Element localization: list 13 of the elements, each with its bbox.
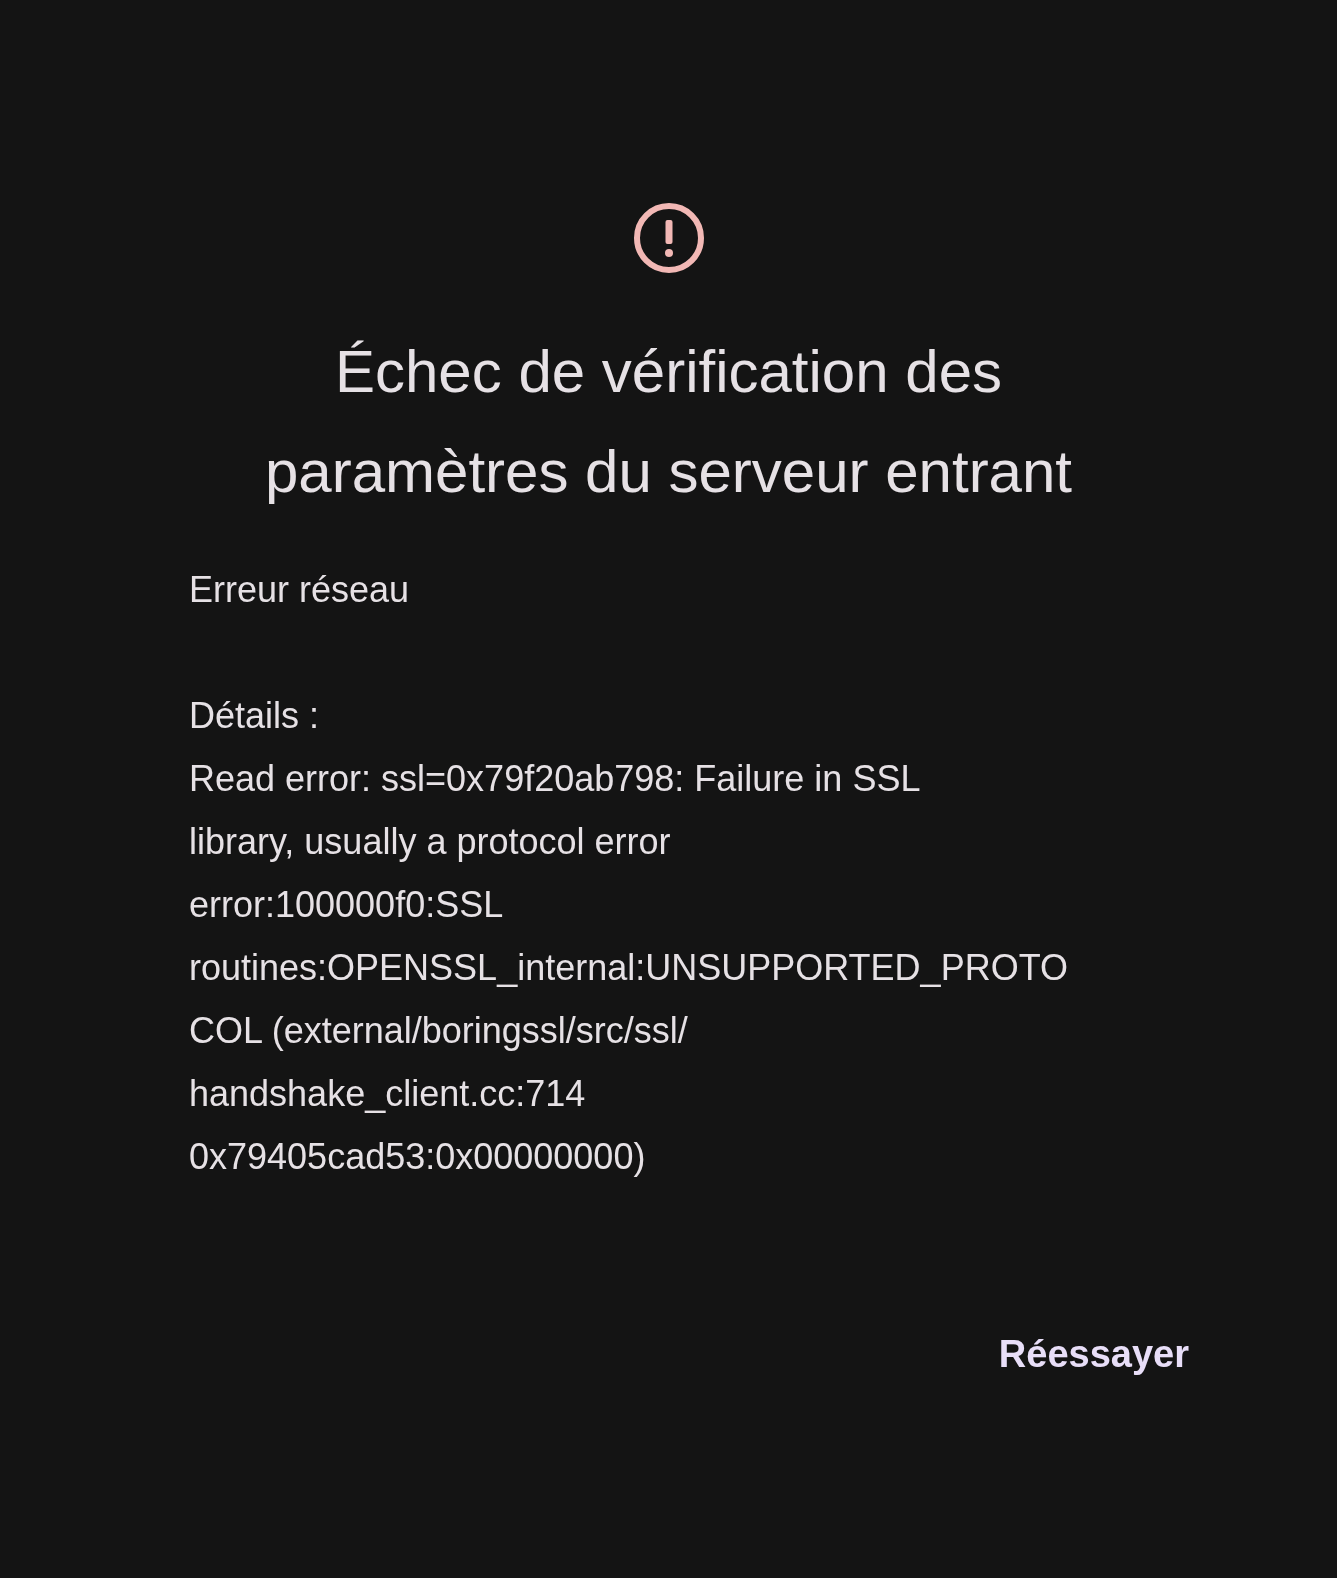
details-text: routines:OPENSSL_internal:UNSUPPORTED_PROTO [189, 946, 1068, 990]
details-text: 0x79405cad53:0x00000000) [189, 1135, 646, 1179]
error-message: Erreur réseau [189, 568, 410, 612]
dialog-title: Échec de vérification des [335, 337, 1002, 407]
details-label: Détails : [189, 694, 320, 738]
details-text: Read error: ssl=0x79f20ab798: Failure in SSL [189, 757, 921, 801]
details-text: COL (external/boringssl/src/ssl/ [189, 1009, 688, 1053]
details-text: error:100000f0:SSL [189, 883, 504, 927]
details-text: handshake_client.cc:714 [189, 1072, 586, 1116]
details-text: library, usually a protocol error [189, 820, 671, 864]
retry-button[interactable]: Réessayer [990, 1318, 1197, 1391]
error-icon [632, 202, 705, 274]
dialog-title: paramètres du serveur entrant [264, 437, 1073, 507]
